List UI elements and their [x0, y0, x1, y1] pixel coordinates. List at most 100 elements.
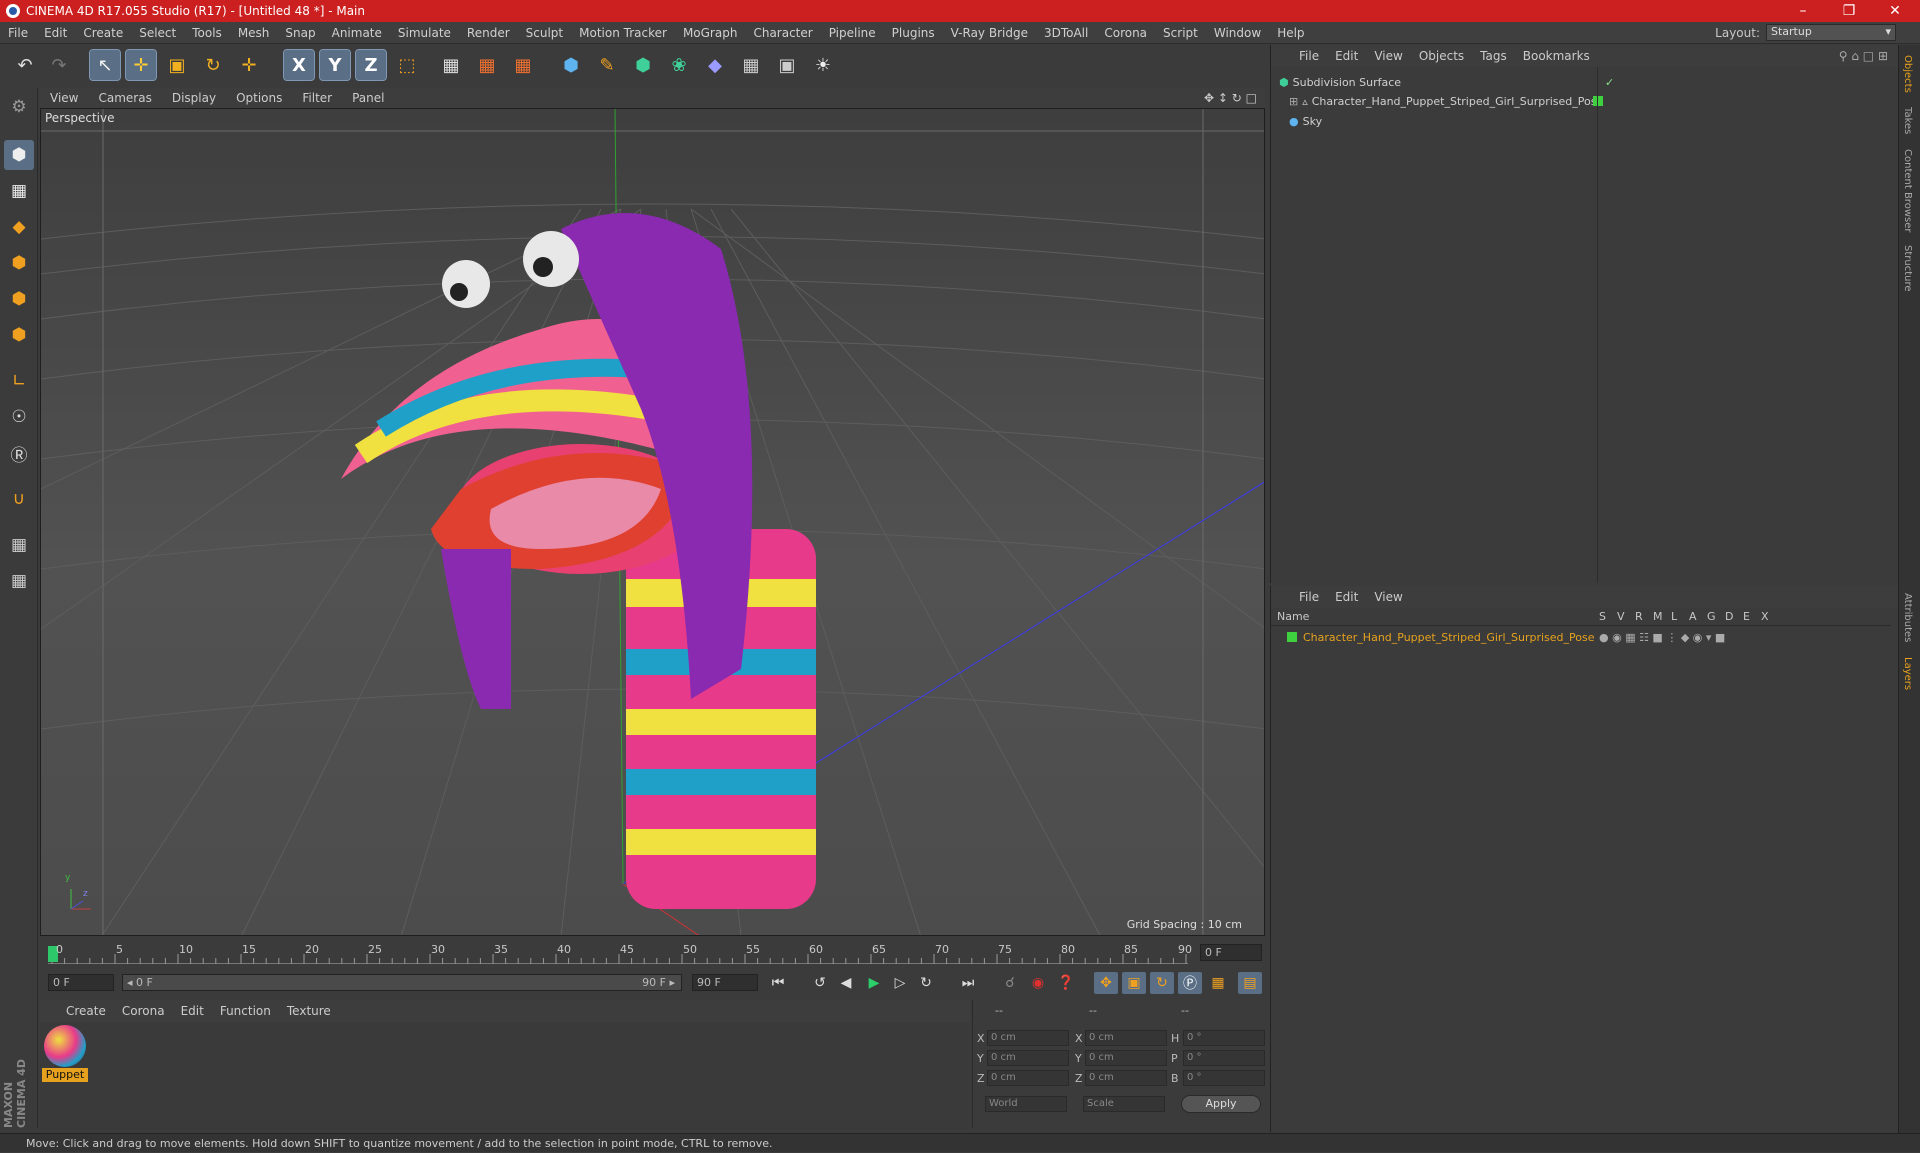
- pen-spline-button[interactable]: ✎: [592, 50, 622, 80]
- frame-range-slider[interactable]: ◂ 0 F 90 F ▸: [122, 974, 682, 991]
- viewport-menu-filter[interactable]: Filter: [292, 91, 342, 105]
- menu-render[interactable]: Render: [459, 26, 518, 40]
- floor-button[interactable]: ▦: [736, 50, 766, 80]
- object-menu-view[interactable]: View: [1366, 49, 1410, 63]
- scale-tool-button[interactable]: ▣: [162, 50, 192, 80]
- minimize-button[interactable]: –: [1780, 0, 1826, 22]
- search-icon[interactable]: ⚲ ⌂ □ ⊞: [1839, 49, 1888, 63]
- layer-menu-edit[interactable]: Edit: [1327, 590, 1366, 604]
- layer-color-swatch[interactable]: [1287, 632, 1297, 642]
- viewport-menu-panel[interactable]: Panel: [342, 91, 394, 105]
- point-mode-icon[interactable]: ⬢: [4, 248, 34, 278]
- play-icon[interactable]: ▶: [862, 972, 886, 994]
- menu-animate[interactable]: Animate: [324, 26, 390, 40]
- layer-menu-view[interactable]: View: [1366, 590, 1410, 604]
- object-menu-edit[interactable]: Edit: [1327, 49, 1366, 63]
- layer-toggle-icons[interactable]: ● ◉ ▦ ☷ ■ ⋮ ◆ ◉ ▾ ■: [1599, 631, 1725, 644]
- key-parameter-icon[interactable]: Ⓟ: [1178, 972, 1202, 994]
- tab-takes[interactable]: Takes: [1902, 107, 1913, 134]
- menu-window[interactable]: Window: [1206, 26, 1269, 40]
- tab-attributes[interactable]: Attributes: [1902, 593, 1913, 642]
- move-tool-button[interactable]: ✛: [125, 49, 157, 81]
- coordinate-system-button[interactable]: ⬚: [392, 50, 422, 80]
- coordinate-mode-dropdown[interactable]: World: [985, 1096, 1067, 1112]
- render-picture-viewer-button[interactable]: ▦: [472, 50, 502, 80]
- layer-row-puppet[interactable]: Character_Hand_Puppet_Striped_Girl_Surpr…: [1275, 628, 1895, 646]
- size-y-field[interactable]: 0 cm: [1085, 1050, 1167, 1066]
- redo-button[interactable]: ↷: [44, 50, 74, 80]
- object-row-subdivision-surface[interactable]: ⬢ Subdivision Surface ✓: [1275, 73, 1895, 91]
- snap-icon[interactable]: Ⓡ: [4, 438, 34, 468]
- rotation-h-field[interactable]: 0 °: [1183, 1030, 1265, 1046]
- key-pla-icon[interactable]: ▦: [1206, 972, 1230, 994]
- menu-mesh[interactable]: Mesh: [230, 26, 278, 40]
- menu-motion-tracker[interactable]: Motion Tracker: [571, 26, 675, 40]
- undo-button[interactable]: ↶: [10, 50, 40, 80]
- menu-tools[interactable]: Tools: [184, 26, 230, 40]
- light-button[interactable]: ☀: [808, 50, 838, 80]
- material-menu-edit[interactable]: Edit: [173, 1004, 212, 1018]
- puppet-model[interactable]: [341, 213, 816, 909]
- visibility-check-icon[interactable]: ✓: [1605, 76, 1614, 89]
- viewport-navigation-icons[interactable]: ✥ ↕ ↻ □: [1204, 91, 1257, 105]
- next-frame-icon[interactable]: ▷: [888, 972, 912, 994]
- menu-file[interactable]: File: [0, 26, 36, 40]
- menu-pipeline[interactable]: Pipeline: [821, 26, 884, 40]
- expand-toggle-icon[interactable]: ⊞: [1289, 95, 1298, 108]
- previous-frame-icon[interactable]: ◀: [834, 972, 858, 994]
- object-menu-file[interactable]: File: [1291, 49, 1327, 63]
- key-scale-icon[interactable]: ▣: [1122, 972, 1146, 994]
- size-z-field[interactable]: 0 cm: [1085, 1070, 1167, 1086]
- deformer-button[interactable]: ◆: [700, 50, 730, 80]
- record-keys-icon[interactable]: ☌: [998, 972, 1022, 994]
- record-active-icon[interactable]: ◉: [1026, 972, 1050, 994]
- tab-objects[interactable]: Objects: [1902, 55, 1913, 93]
- viewport-menu-display[interactable]: Display: [162, 91, 226, 105]
- menu-vray-bridge[interactable]: V-Ray Bridge: [943, 26, 1036, 40]
- position-z-field[interactable]: 0 cm: [987, 1070, 1069, 1086]
- timeline-window-icon[interactable]: ▤: [1238, 972, 1262, 994]
- menu-script[interactable]: Script: [1155, 26, 1206, 40]
- camera-button[interactable]: ▣: [772, 50, 802, 80]
- model-mode-icon[interactable]: ⬢: [4, 140, 34, 170]
- make-editable-icon[interactable]: ⚙: [4, 92, 34, 122]
- transform-tool-button[interactable]: ✛: [234, 50, 264, 80]
- subdivision-surface-button[interactable]: ⬢: [628, 50, 658, 80]
- menu-simulate[interactable]: Simulate: [390, 26, 459, 40]
- menu-mograph[interactable]: MoGraph: [675, 26, 746, 40]
- menu-select[interactable]: Select: [131, 26, 184, 40]
- edge-mode-icon[interactable]: ⬢: [4, 284, 34, 314]
- menu-plugins[interactable]: Plugins: [884, 26, 943, 40]
- cube-object-button[interactable]: ⬢: [556, 50, 586, 80]
- key-rotation-icon[interactable]: ↻: [1150, 972, 1174, 994]
- texture-mode-icon[interactable]: ▦: [4, 176, 34, 206]
- lock-workplane-icon[interactable]: ▦: [4, 530, 34, 560]
- tab-content-browser[interactable]: Content Browser: [1902, 149, 1913, 232]
- array-button[interactable]: ❀: [664, 50, 694, 80]
- next-key-icon[interactable]: ↻: [914, 972, 938, 994]
- object-row-puppet[interactable]: ⊞ ▵ Character_Hand_Puppet_Striped_Girl_S…: [1275, 92, 1895, 110]
- menu-snap[interactable]: Snap: [277, 26, 323, 40]
- go-to-end-icon[interactable]: ⏭: [956, 972, 980, 994]
- material-menu-corona[interactable]: Corona: [114, 1004, 173, 1018]
- select-tool-button[interactable]: ↖: [89, 49, 121, 81]
- object-menu-tags[interactable]: Tags: [1472, 49, 1515, 63]
- material-menu-create[interactable]: Create: [58, 1004, 114, 1018]
- timeline-track[interactable]: 0 5 10 15 20 25 30 35 40 45 50 55 60 65 …: [48, 940, 1192, 964]
- apply-button[interactable]: Apply: [1181, 1095, 1261, 1113]
- viewport-menu-view[interactable]: View: [40, 91, 88, 105]
- current-frame-field[interactable]: 0 F: [1200, 944, 1262, 961]
- size-x-field[interactable]: 0 cm: [1085, 1030, 1167, 1046]
- menu-create[interactable]: Create: [75, 26, 131, 40]
- planar-workplane-icon[interactable]: ▦: [4, 566, 34, 596]
- position-x-field[interactable]: 0 cm: [987, 1030, 1069, 1046]
- end-frame-field[interactable]: 90 F: [692, 974, 758, 991]
- object-row-sky[interactable]: ● Sky: [1275, 112, 1895, 130]
- tab-structure[interactable]: Structure: [1902, 245, 1913, 292]
- rotate-tool-button[interactable]: ↻: [198, 50, 228, 80]
- menu-edit[interactable]: Edit: [36, 26, 75, 40]
- layout-dropdown[interactable]: Startup ▾: [1766, 24, 1896, 41]
- position-y-field[interactable]: 0 cm: [987, 1050, 1069, 1066]
- perspective-viewport[interactable]: Perspective y z Grid Spacing : 10 cm: [40, 108, 1265, 936]
- previous-key-icon[interactable]: ↺: [808, 972, 832, 994]
